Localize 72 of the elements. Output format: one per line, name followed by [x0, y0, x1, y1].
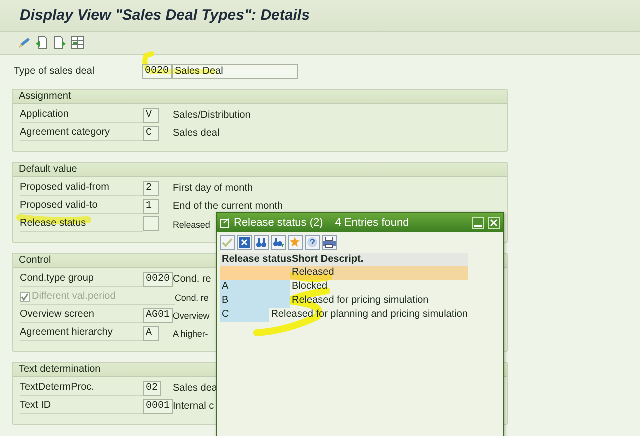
pencil-icon — [17, 36, 31, 50]
toolbar-button[interactable] — [17, 36, 31, 50]
field-label: Application — [20, 108, 143, 123]
column-header[interactable]: Release status — [220, 253, 290, 266]
field-description: Cond. re — [175, 292, 209, 302]
close-icon — [490, 218, 498, 226]
field-label: Proposed valid-from — [20, 181, 143, 196]
input-field[interactable]: 0020 — [143, 272, 174, 287]
table-icon — [71, 36, 85, 50]
key-cell[interactable] — [220, 266, 290, 280]
field-description: Cond. re — [173, 274, 212, 285]
dialog-toolbar-button[interactable] — [254, 235, 269, 250]
input-field[interactable]: V — [143, 108, 159, 123]
field-description: Released — [173, 220, 210, 230]
field-label: Overview screen — [20, 308, 143, 323]
input-field[interactable]: 2 — [143, 181, 159, 196]
field-description: First day of month — [173, 183, 254, 194]
close-button[interactable] — [488, 216, 500, 228]
toolbar-button[interactable] — [35, 36, 49, 50]
dialog-title: Release status (2) — [234, 216, 324, 228]
input-field[interactable]: 02 — [143, 381, 162, 396]
entries-count: 4 Entries found — [335, 216, 410, 228]
field-label: Cond.type group — [20, 272, 143, 287]
minimize-button[interactable] — [472, 216, 484, 228]
field-label: Proposed valid-to — [20, 199, 143, 214]
binoculars-plus-icon — [273, 237, 284, 248]
group-title: Assignment — [19, 91, 72, 102]
group-title: Default value — [19, 164, 78, 175]
key-cell[interactable]: C — [220, 308, 270, 322]
field-label: Type of sales deal — [14, 66, 96, 76]
printer-icon — [323, 237, 336, 248]
page-back-icon — [35, 36, 49, 50]
key-cell[interactable]: A — [220, 280, 290, 294]
input-field[interactable]: C — [143, 126, 159, 141]
input-field[interactable]: AG01 — [143, 308, 174, 323]
field-label: Agreement hierarchy — [20, 326, 143, 341]
field-description: A higher- — [173, 328, 208, 338]
toolbar-button[interactable] — [53, 36, 67, 50]
input-field[interactable]: 1 — [143, 199, 159, 214]
column-header[interactable]: Short Descript. — [290, 253, 468, 266]
cancel-icon — [239, 237, 250, 248]
description-cell[interactable]: Released for planning and pricing simulation — [269, 308, 468, 322]
toolbar-button[interactable] — [71, 36, 85, 50]
help-icon — [307, 237, 318, 248]
group-title: Control — [19, 255, 52, 266]
page-forward-icon — [53, 36, 67, 50]
input-field[interactable] — [143, 216, 159, 230]
dialog-toolbar-button[interactable] — [237, 235, 252, 250]
checkbox-label: Different val.period — [32, 290, 116, 304]
key-cell[interactable]: B — [220, 294, 290, 308]
star-icon — [290, 237, 301, 248]
field-description: Internal c — [173, 401, 214, 412]
description-cell[interactable]: Released — [290, 266, 468, 280]
dialog-toolbar-button[interactable] — [305, 235, 320, 250]
dialog-icon — [220, 218, 230, 228]
field-label: Agreement category — [20, 126, 143, 141]
checkmark-icon — [222, 237, 233, 248]
input-field[interactable]: A — [143, 326, 159, 341]
field-description: End of the current month — [173, 201, 284, 212]
field-label: Text ID — [20, 399, 143, 414]
field-label: TextDetermProc. — [20, 381, 143, 396]
input-field[interactable]: 0001 — [143, 399, 174, 414]
field-description: Sales/Distribution — [173, 110, 251, 121]
field-description: Sales deal — [173, 128, 220, 139]
description-cell[interactable]: Blocked — [290, 280, 468, 294]
dialog-toolbar-button[interactable] — [322, 235, 337, 250]
field-description: Overview — [173, 310, 210, 320]
binoculars-icon — [256, 237, 267, 248]
window-title: Display View "Sales Deal Types": Details — [20, 7, 310, 24]
minimize-icon — [474, 224, 482, 226]
group-title: Text determination — [19, 364, 101, 375]
dialog-toolbar-button[interactable] — [271, 235, 286, 250]
